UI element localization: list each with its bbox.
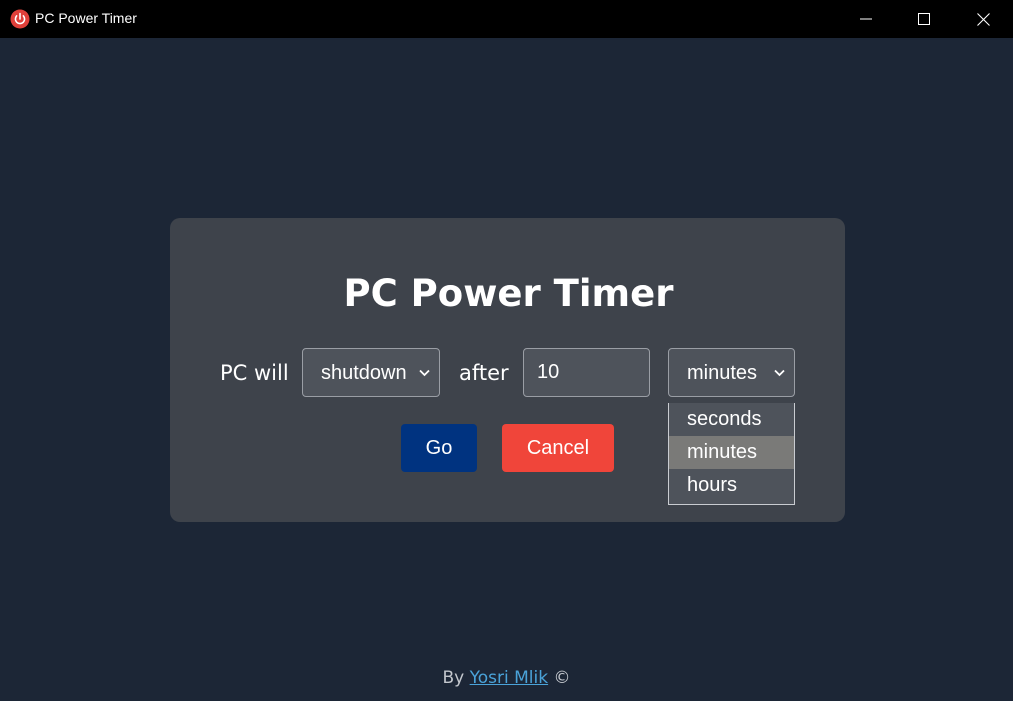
footer-prefix: By <box>442 668 465 688</box>
unit-select-value: minutes <box>687 362 758 384</box>
pc-will-label: PC will <box>220 361 289 385</box>
minimize-button[interactable] <box>837 0 895 38</box>
cancel-button[interactable]: Cancel <box>502 424 614 472</box>
window-title: PC Power Timer <box>35 10 137 26</box>
footer: By Yosri Mlik © <box>0 668 1013 688</box>
copyright-symbol: © <box>553 668 571 688</box>
unit-option-seconds[interactable]: seconds <box>669 403 794 436</box>
close-button[interactable] <box>954 0 1012 38</box>
unit-dropdown-list: seconds minutes hours <box>668 403 795 505</box>
maximize-icon <box>918 13 930 25</box>
page-title: PC Power Timer <box>343 272 674 315</box>
action-select-value: shutdown <box>321 362 407 384</box>
title-bar: PC Power Timer <box>0 0 1013 38</box>
chevron-down-icon <box>774 369 785 377</box>
unit-option-hours[interactable]: hours <box>669 469 794 502</box>
minimize-icon <box>860 18 872 20</box>
unit-select[interactable]: minutes <box>668 348 795 397</box>
after-label: after <box>459 361 509 385</box>
close-icon <box>976 12 990 26</box>
app-window: PC Power Timer PC Power Timer PC will sh… <box>0 0 1013 701</box>
power-icon <box>10 9 30 29</box>
author-link[interactable]: Yosri Mlik <box>470 668 548 688</box>
maximize-button[interactable] <box>895 0 953 38</box>
unit-option-minutes[interactable]: minutes <box>669 436 794 469</box>
action-select[interactable]: shutdown <box>302 348 440 397</box>
chevron-down-icon <box>419 369 430 377</box>
time-value-input[interactable] <box>523 348 650 397</box>
go-button[interactable]: Go <box>401 424 477 472</box>
